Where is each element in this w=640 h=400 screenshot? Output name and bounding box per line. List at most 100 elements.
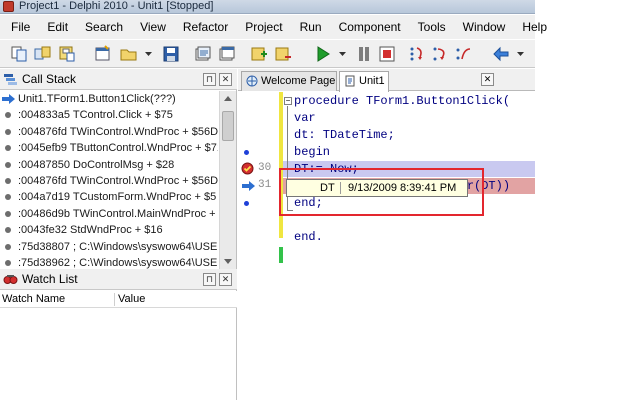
remove-from-project-icon[interactable] (274, 45, 292, 63)
code-line: dt: TDateTime; (294, 128, 395, 142)
left-panel: Call Stack ⊓ ✕ Unit1.TForm1.Button1Click… (0, 69, 237, 400)
open-file-icon[interactable] (120, 45, 138, 63)
open-project-icon[interactable] (34, 45, 52, 63)
title-bar: Project1 - Delphi 2010 - Unit1 [Stopped] (0, 0, 535, 14)
toolbar (0, 40, 535, 68)
scroll-down-icon[interactable] (224, 259, 232, 264)
window-title: Project1 - Delphi 2010 - Unit1 [Stopped] (19, 0, 214, 12)
editor-gutter[interactable]: 30 31 (238, 92, 282, 400)
call-stack-item-text: :75d38807 ; C:\Windows\syswow64\USE (18, 240, 218, 253)
menu-component[interactable]: Component (329, 15, 408, 39)
save-icon[interactable] (162, 45, 180, 63)
call-stack-item[interactable]: :004a7d19 TCustomForm.WndProc + $5 (0, 189, 218, 205)
saved-lines-bar (279, 247, 283, 263)
menu-refactor[interactable]: Refactor (173, 15, 235, 39)
call-stack-item-text: Unit1.TForm1.Button1Click(???) (18, 93, 176, 105)
call-stack-item[interactable]: :004876fd TWinControl.WndProc + $56D (0, 124, 218, 140)
close-icon[interactable]: ✕ (219, 73, 232, 86)
view-form-icon[interactable] (218, 45, 236, 63)
call-stack-item[interactable]: :0045efb9 TButtonControl.WndProc + $71 (0, 140, 218, 156)
add-to-project-icon[interactable] (250, 45, 268, 63)
menu-help[interactable]: Help (512, 15, 554, 39)
run-icon[interactable] (314, 45, 332, 63)
call-stack-item-text: :00487850 DoControlMsg + $28 (18, 158, 175, 171)
step-over-icon[interactable] (431, 45, 449, 63)
annotation-highlight-box (279, 168, 484, 216)
navigate-back-icon[interactable] (492, 45, 510, 63)
menu-window[interactable]: Window (453, 15, 513, 39)
column-value[interactable]: Value (118, 291, 145, 307)
modified-lines-bar (279, 92, 283, 238)
frame-bullet-icon (5, 177, 11, 184)
fold-toggle-icon[interactable]: − (284, 97, 292, 105)
run-to-cursor-icon[interactable] (454, 45, 472, 63)
new-form-icon[interactable] (94, 45, 112, 63)
call-stack-item-text: :004876fd TWinControl.WndProc + $56D (18, 174, 218, 187)
navigate-dropdown-arrow-icon[interactable] (517, 50, 524, 57)
call-stack-item[interactable]: :75d38807 ; C:\Windows\syswow64\USE (0, 239, 218, 255)
program-reset-icon[interactable] (378, 45, 396, 63)
frame-bullet-icon (5, 145, 11, 152)
frame-bullet-icon (5, 243, 11, 250)
open-dropdown-arrow-icon[interactable] (145, 50, 152, 57)
scroll-up-icon[interactable] (224, 96, 232, 101)
code-line: procedure TForm1.Button1Click( (294, 94, 511, 108)
menu-run[interactable]: Run (290, 15, 329, 39)
line-number: 30 (258, 162, 272, 174)
code-line: var (294, 111, 316, 125)
run-dropdown-arrow-icon[interactable] (339, 50, 346, 57)
trace-into-icon[interactable] (408, 45, 426, 63)
view-unit-icon[interactable] (194, 45, 212, 63)
pin-icon[interactable]: ⊓ (203, 73, 216, 86)
code-area[interactable]: procedure TForm1.Button1Click( var dt: T… (294, 92, 535, 400)
pin-icon[interactable]: ⊓ (203, 273, 216, 286)
menu-project[interactable]: Project (235, 15, 289, 39)
call-stack-item[interactable]: :0043fe32 StdWndProc + $16 (0, 222, 218, 238)
menu-tools[interactable]: Tools (408, 15, 453, 39)
menu-view[interactable]: View (130, 15, 173, 39)
frame-bullet-icon (5, 227, 11, 234)
watch-list-columns: Watch Name Value (0, 291, 237, 308)
call-stack-item[interactable]: Unit1.TForm1.Button1Click(???) (0, 91, 218, 107)
tab-unit1[interactable]: Unit1 (339, 71, 389, 92)
call-stack-item[interactable]: :75d38962 ; C:\Windows\syswow64\USE (0, 255, 218, 269)
frame-bullet-icon (5, 259, 11, 266)
call-stack-item-text: :00486d9b TWinControl.MainWndProc + (18, 207, 216, 220)
frame-bullet-icon (5, 161, 11, 168)
menu-edit[interactable]: Edit (37, 15, 75, 39)
call-stack-item[interactable]: :00486d9b TWinControl.MainWndProc + (0, 206, 218, 222)
column-watch-name[interactable]: Watch Name (2, 291, 65, 307)
welcome-page-icon (246, 75, 258, 87)
exec-arrow-icon (242, 181, 255, 191)
save-all-icon[interactable] (58, 45, 76, 63)
tab-label: Welcome Page (261, 75, 336, 87)
call-stack-scrollbar[interactable] (219, 91, 236, 269)
call-stack-item[interactable]: :004876fd TWinControl.WndProc + $56D (0, 173, 218, 189)
column-separator[interactable] (114, 293, 115, 306)
editor-tab-bar: Welcome Page Unit1 ✕ (238, 69, 535, 92)
call-stack-item[interactable]: :004833a5 TControl.Click + $75 (0, 107, 218, 123)
call-stack-title: Call Stack (22, 72, 77, 86)
close-tab-icon[interactable]: ✕ (481, 73, 494, 86)
current-frame-arrow-icon (2, 94, 15, 104)
close-icon[interactable]: ✕ (219, 273, 232, 286)
call-stack-item-text: :0043fe32 StdWndProc + $16 (18, 224, 163, 237)
watch-list-title: Watch List (22, 272, 78, 286)
watch-list-icon (3, 275, 18, 284)
menu-file[interactable]: File (0, 15, 37, 39)
tab-label: Unit1 (359, 75, 385, 87)
call-stack-item-text: :0045efb9 TButtonControl.WndProc + $71 (18, 142, 218, 155)
tab-welcome-page[interactable]: Welcome Page (241, 71, 337, 91)
line-marker-icon (244, 201, 249, 206)
unit-file-icon (345, 75, 355, 87)
breakpoint-icon[interactable] (241, 162, 254, 175)
line-marker-icon (244, 150, 249, 155)
new-items-icon[interactable] (10, 45, 28, 63)
scroll-thumb[interactable] (222, 111, 234, 141)
menu-search[interactable]: Search (75, 15, 130, 39)
pause-icon[interactable] (355, 45, 373, 63)
call-stack-item[interactable]: :00487850 DoControlMsg + $28 (0, 157, 218, 173)
frame-bullet-icon (5, 210, 11, 217)
frame-bullet-icon (5, 128, 11, 135)
code-editor[interactable]: 30 31 − procedure TForm1.Button1Click( v… (238, 92, 535, 400)
